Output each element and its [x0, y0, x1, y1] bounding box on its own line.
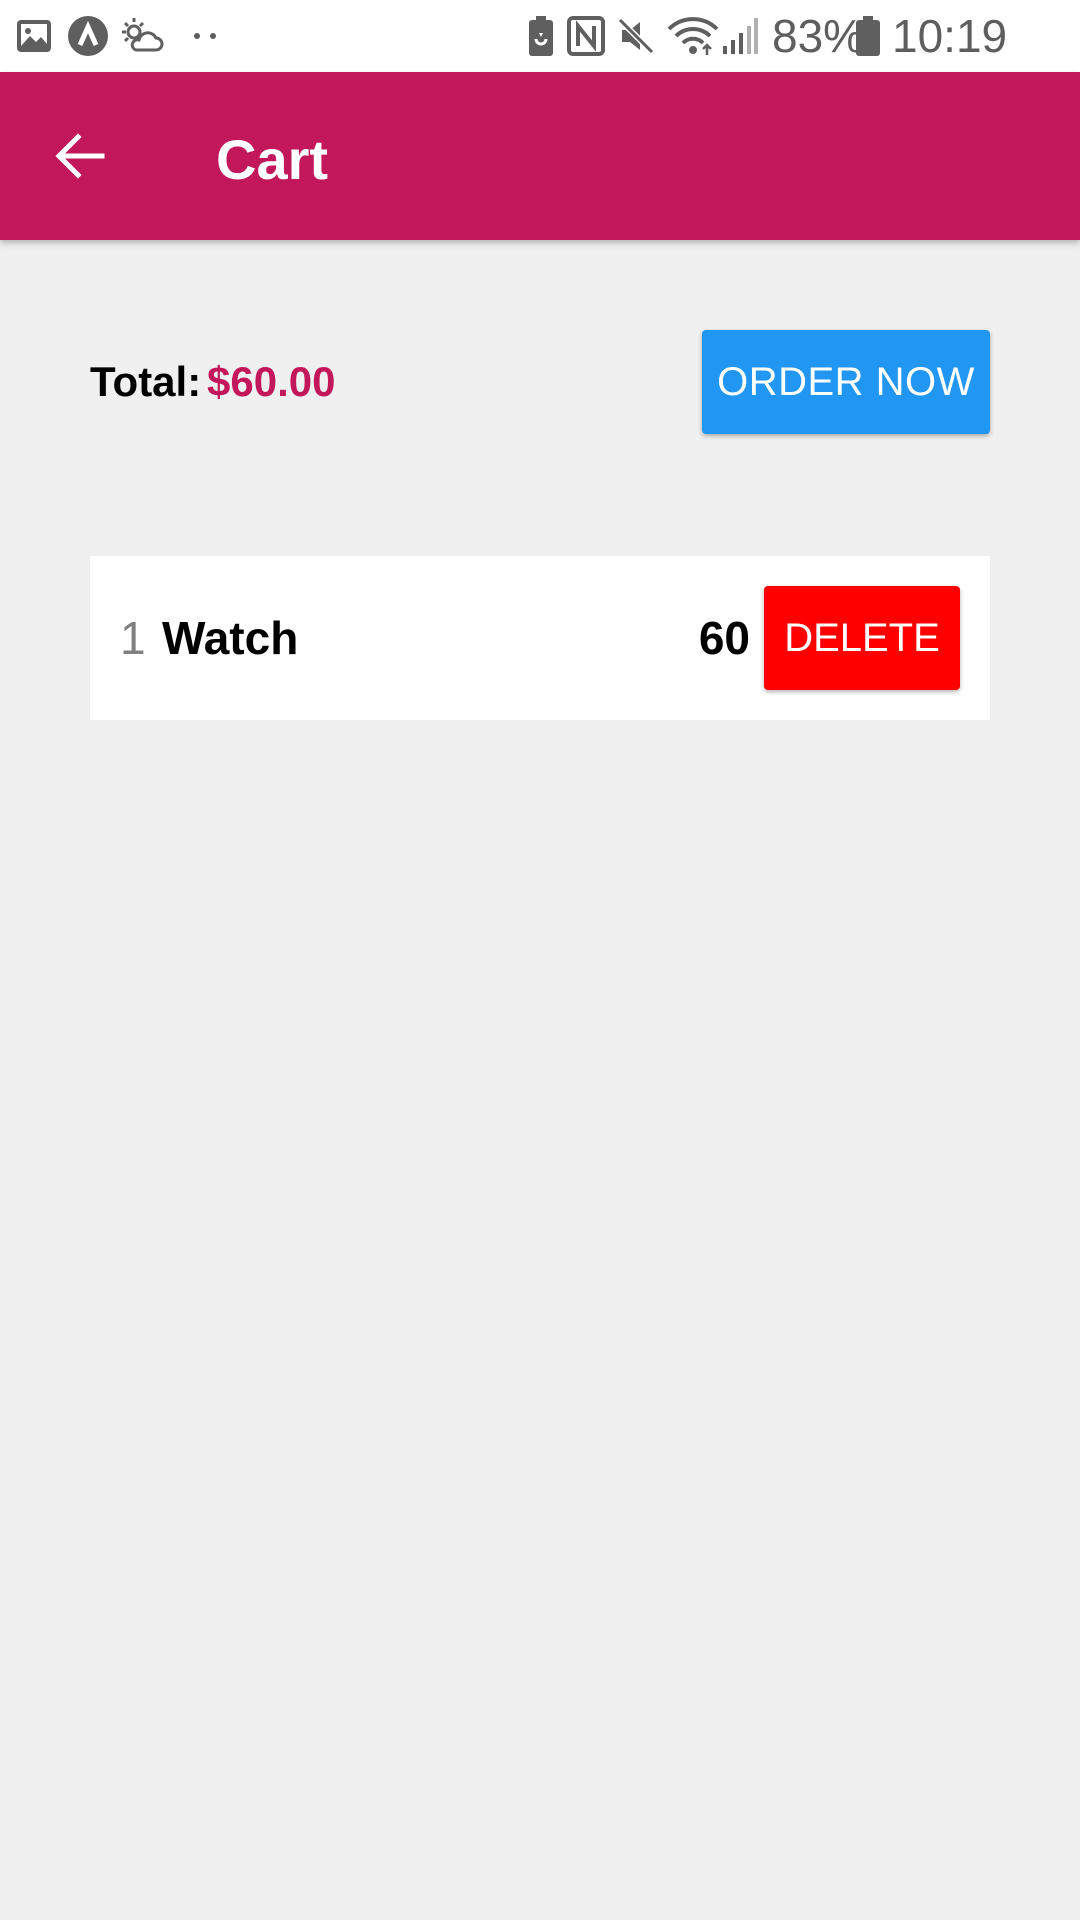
mute-icon	[614, 14, 658, 58]
arrow-left-icon	[55, 133, 105, 179]
image-icon	[14, 14, 54, 58]
item-name: Watch	[162, 612, 299, 664]
total-label: Total:	[90, 358, 202, 405]
wifi-icon	[666, 14, 720, 58]
nfc-icon	[566, 14, 606, 58]
battery-icon	[854, 14, 882, 58]
page-title: Cart	[216, 128, 329, 191]
app-badge-icon	[66, 14, 110, 58]
clock: 10:19 AM	[892, 10, 1008, 122]
status-bar: 83% 10:19 AM	[0, 0, 1080, 122]
delete-button[interactable]: DELETE	[764, 586, 960, 690]
cart-summary: Total: $60.00 ORDER NOW	[90, 330, 990, 434]
battery-percent: 83%	[772, 10, 865, 62]
order-now-button[interactable]: ORDER NOW	[702, 330, 990, 434]
more-dots-icon	[188, 14, 224, 58]
item-price: 60	[698, 612, 750, 664]
battery-saver-icon	[524, 14, 558, 58]
total-amount: $60.00	[207, 358, 336, 405]
app-bar: Cart	[0, 72, 1080, 240]
weather-icon	[120, 14, 164, 58]
back-button[interactable]	[40, 116, 120, 196]
item-quantity: 1	[120, 612, 146, 664]
list-item: 1 Watch 60 DELETE	[90, 556, 990, 720]
signal-icon	[720, 14, 760, 58]
